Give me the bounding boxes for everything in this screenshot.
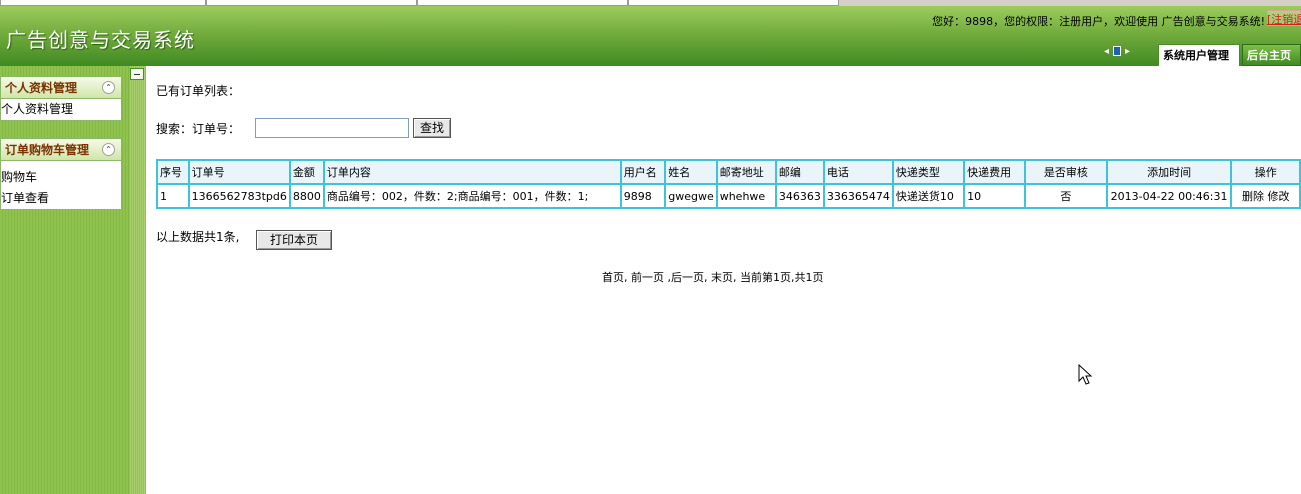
cell-zip: 346363 — [774, 183, 825, 209]
column-header: 快递费用 — [963, 159, 1026, 185]
column-header: 姓名 — [664, 159, 718, 185]
logout-link[interactable]: [注销退 — [1267, 11, 1301, 25]
order-number-search-input[interactable] — [255, 118, 409, 138]
print-page-button[interactable]: 打印本页 — [256, 230, 332, 250]
app-title: 广告创意与交易系统 — [6, 28, 195, 52]
cell-name: gwegwe — [664, 183, 718, 209]
cell-phone: 336365474 — [822, 183, 894, 209]
column-header: 邮编 — [774, 159, 825, 185]
app-header: 广告创意与交易系统 您好：9898，您的权限：注册用户，欢迎使用 广告创意与交易… — [0, 6, 1301, 66]
mouse-cursor-icon — [1078, 364, 1093, 385]
column-header: 邮寄地址 — [715, 159, 777, 185]
delete-link[interactable]: 删除 — [1242, 190, 1264, 203]
book-icon — [1113, 46, 1122, 56]
table-header-row: 序号 订单号 金额 订单内容 用户名 姓名 邮寄地址 邮编 电话 快递类型 快递… — [156, 159, 1301, 185]
scroll-right-icon[interactable]: ▸ — [1125, 46, 1130, 57]
cell-address: whehwe — [715, 183, 777, 209]
panel-title: 个人资料管理 — [5, 81, 78, 95]
tab-scroll-controls[interactable]: ◂ ▸ — [1104, 46, 1130, 57]
cell-order-number: 1366562783tpd6 — [187, 183, 291, 209]
column-header: 订单内容 — [322, 159, 622, 185]
sidebar: 个人资料管理 ⌃ 个人资料管理 订单购物车管理 ⌃ 购物车 订单查看 — [0, 66, 146, 494]
tab-system-user-management[interactable]: 系统用户管理 — [1158, 44, 1240, 66]
collapse-sidebar-button[interactable] — [130, 68, 144, 80]
column-header: 订单号 — [187, 159, 291, 185]
column-header: 是否审核 — [1024, 159, 1108, 185]
column-header: 序号 — [156, 159, 190, 185]
cell-express-type: 快递送货10 — [891, 183, 966, 209]
cell-audited: 否 — [1024, 183, 1108, 209]
find-button[interactable]: 查找 — [413, 118, 451, 138]
pagination[interactable]: 首页, 前一页 ,后一页, 末页, 当前第1页,共1页 — [602, 269, 823, 285]
sidebar-divider[interactable] — [130, 66, 146, 494]
cell-amount: 8800 — [288, 183, 325, 209]
chevron-up-icon[interactable]: ⌃ — [102, 81, 115, 94]
cell-added-time: 2013-04-22 00:46:31 — [1105, 183, 1233, 209]
cell-express-fee: 10 — [963, 183, 1026, 209]
cell-username: 9898 — [619, 183, 667, 209]
main-content: 已有订单列表： 搜索：订单号： 查找 序号 订单号 金额 订单内容 用户名 姓名… — [146, 66, 1301, 494]
column-header: 添加时间 — [1105, 159, 1233, 185]
welcome-text: 您好：9898，您的权限：注册用户，欢迎使用 广告创意与交易系统! — [932, 15, 1265, 28]
scroll-left-icon[interactable]: ◂ — [1104, 46, 1109, 57]
tab-backend-home[interactable]: 后台主页 — [1242, 44, 1301, 66]
search-label: 搜索：订单号： — [156, 122, 241, 136]
cell-actions: 删除 修改 — [1230, 183, 1301, 209]
table-row: 1 1366562783tpd6 8800 商品编号：002，件数：2;商品编号… — [156, 183, 1301, 209]
total-row: 以上数据共1条, 打印本页 — [156, 228, 332, 250]
panel-header-profile[interactable]: 个人资料管理 ⌃ — [1, 77, 121, 99]
sidebar-panel-orders: 订单购物车管理 ⌃ 购物车 订单查看 — [0, 138, 122, 210]
search-row: 搜索：订单号： 查找 — [156, 118, 451, 138]
sidebar-item-profile-management[interactable]: 个人资料管理 — [1, 99, 121, 120]
total-count-text: 以上数据共1条, — [156, 230, 240, 244]
column-header: 快递类型 — [891, 159, 966, 185]
column-header: 金额 — [288, 159, 325, 185]
cell-index: 1 — [156, 183, 190, 209]
sidebar-item-order-view[interactable]: 订单查看 — [1, 188, 121, 209]
edit-link[interactable]: 修改 — [1267, 190, 1289, 203]
column-header: 电话 — [822, 159, 894, 185]
panel-title: 订单购物车管理 — [5, 143, 90, 157]
cell-order-content: 商品编号：002，件数：2;商品编号：001，件数：1; — [322, 183, 622, 209]
orders-table: 序号 订单号 金额 订单内容 用户名 姓名 邮寄地址 邮编 电话 快递类型 快递… — [156, 159, 1301, 209]
panel-header-orders[interactable]: 订单购物车管理 ⌃ — [1, 139, 121, 161]
chevron-up-icon[interactable]: ⌃ — [102, 143, 115, 156]
column-header: 用户名 — [619, 159, 667, 185]
column-header: 操作 — [1230, 159, 1301, 185]
sidebar-panel-profile: 个人资料管理 ⌃ 个人资料管理 — [0, 76, 122, 121]
sidebar-item-cart[interactable]: 购物车 — [1, 167, 121, 188]
list-heading: 已有订单列表： — [156, 84, 241, 98]
